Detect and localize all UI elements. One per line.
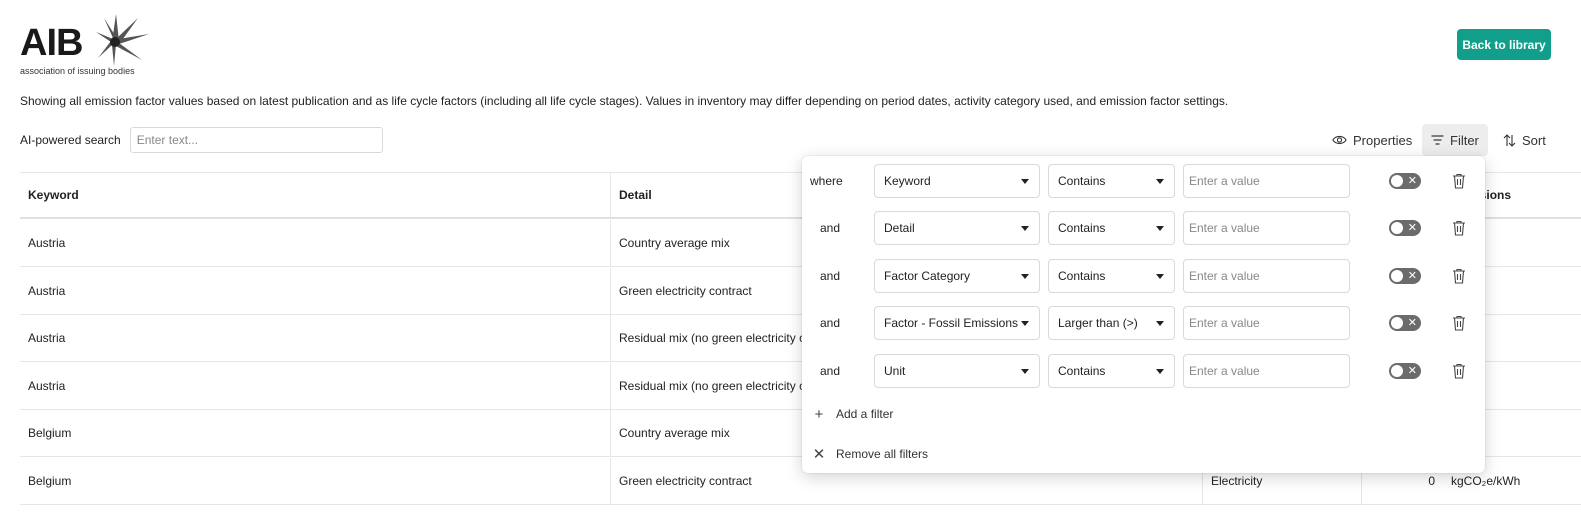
filter-value-input[interactable]: [1183, 164, 1350, 198]
filter-toggle[interactable]: ✕: [1389, 315, 1421, 331]
properties-button[interactable]: Properties: [1323, 124, 1421, 156]
toggle-knob: [1391, 270, 1403, 282]
properties-label: Properties: [1353, 132, 1413, 148]
filter-operator-value: Larger than (>): [1058, 316, 1138, 330]
filter-row: and Factor - Fossil Emissions Larger tha…: [802, 306, 1485, 340]
eye-icon: [1332, 135, 1347, 145]
logo-star-icon: [96, 14, 149, 66]
filter-conjunction: and: [820, 364, 841, 378]
filter-value-input[interactable]: [1183, 259, 1350, 293]
filter-toggle[interactable]: ✕: [1389, 220, 1421, 236]
chevron-down-icon: [1021, 226, 1029, 231]
cell-keyword: Belgium: [28, 426, 72, 440]
cell-keyword: Austria: [28, 284, 66, 298]
chevron-down-icon: [1021, 274, 1029, 279]
filter-toggle[interactable]: ✕: [1389, 268, 1421, 284]
filter-operator-select[interactable]: Larger than (>): [1048, 306, 1175, 340]
close-icon: ✕: [1407, 317, 1417, 329]
filter-row: where Keyword Contains ✕: [802, 164, 1485, 198]
filter-toggle[interactable]: ✕: [1389, 363, 1421, 379]
chevron-down-icon: [1021, 321, 1029, 326]
filter-field-value: Keyword: [884, 174, 931, 188]
chevron-down-icon: [1021, 179, 1029, 184]
remove-all-filters-button[interactable]: ✕ Remove all filters: [812, 444, 928, 464]
close-icon: ✕: [1407, 365, 1417, 377]
logo-text: AIB: [20, 22, 83, 64]
column-header-keyword[interactable]: Keyword: [20, 173, 610, 217]
filter-icon: [1431, 135, 1444, 145]
chevron-down-icon: [1156, 321, 1164, 326]
chevron-down-icon: [1156, 274, 1164, 279]
filter-label: Filter: [1450, 132, 1479, 148]
trash-icon[interactable]: [1452, 268, 1466, 284]
close-icon: ✕: [1407, 175, 1417, 187]
chevron-down-icon: [1156, 369, 1164, 374]
search-input[interactable]: [129, 127, 383, 153]
trash-icon[interactable]: [1452, 315, 1466, 331]
filter-field-select[interactable]: Keyword: [874, 164, 1040, 198]
close-icon: ✕: [1407, 222, 1417, 234]
filter-field-value: Factor - Fossil Emissions: [884, 316, 1019, 330]
filter-button[interactable]: Filter: [1422, 124, 1488, 156]
sort-label: Sort: [1522, 132, 1546, 148]
filter-operator-select[interactable]: Contains: [1048, 354, 1175, 388]
trash-icon[interactable]: [1452, 220, 1466, 236]
logo-subtitle: association of issuing bodies: [20, 66, 135, 76]
back-to-library-button[interactable]: Back to library: [1457, 29, 1551, 60]
remove-all-filters-label: Remove all filters: [836, 447, 929, 461]
toggle-knob: [1391, 317, 1403, 329]
filter-row: and Factor Category Contains ✕: [802, 259, 1485, 293]
sort-icon: [1503, 133, 1516, 147]
search-label: AI-powered search: [20, 133, 121, 147]
toggle-knob: [1391, 175, 1403, 187]
filter-conjunction: and: [820, 221, 841, 235]
toggle-knob: [1391, 222, 1403, 234]
filter-popup: where Keyword Contains ✕ and Detail Cont…: [802, 156, 1485, 473]
close-icon: ✕: [1407, 270, 1417, 282]
aib-logo: AIB association of issuing bodies: [20, 12, 160, 78]
filter-field-value: Detail: [884, 221, 915, 235]
chevron-down-icon: [1156, 179, 1164, 184]
filter-row: and Unit Contains ✕: [802, 354, 1485, 388]
plus-icon: +: [814, 405, 824, 423]
filter-operator-value: Contains: [1058, 174, 1106, 188]
filter-operator-select[interactable]: Contains: [1048, 164, 1175, 198]
filter-value-input[interactable]: [1183, 211, 1350, 245]
filter-field-value: Unit: [884, 364, 906, 378]
filter-field-value: Factor Category: [884, 269, 971, 283]
filter-conjunction: and: [820, 316, 841, 330]
filter-operator-select[interactable]: Contains: [1048, 259, 1175, 293]
filter-value-input[interactable]: [1183, 354, 1350, 388]
close-icon: ✕: [812, 446, 826, 463]
filter-field-select[interactable]: Factor Category: [874, 259, 1040, 293]
filter-conjunction: and: [820, 269, 841, 283]
cell-keyword: Austria: [28, 379, 66, 393]
trash-icon[interactable]: [1452, 363, 1466, 379]
filter-row: and Detail Contains ✕: [802, 211, 1485, 245]
chevron-down-icon: [1021, 369, 1029, 374]
filter-value-input[interactable]: [1183, 306, 1350, 340]
cell-keyword: Belgium: [28, 474, 72, 488]
filter-conjunction: where: [810, 174, 843, 188]
add-filter-button[interactable]: + Add a filter: [812, 404, 894, 424]
info-text: Showing all emission factor values based…: [20, 94, 1229, 108]
add-filter-label: Add a filter: [836, 407, 894, 421]
cell-keyword: Austria: [28, 236, 66, 250]
trash-icon[interactable]: [1452, 173, 1466, 189]
filter-operator-value: Contains: [1058, 221, 1106, 235]
filter-toggle[interactable]: ✕: [1389, 173, 1421, 189]
filter-operator-value: Contains: [1058, 364, 1106, 378]
chevron-down-icon: [1156, 226, 1164, 231]
sort-button[interactable]: Sort: [1494, 124, 1555, 156]
filter-operator-value: Contains: [1058, 269, 1106, 283]
filter-field-select[interactable]: Detail: [874, 211, 1040, 245]
filter-operator-select[interactable]: Contains: [1048, 211, 1175, 245]
filter-field-select[interactable]: Unit: [874, 354, 1040, 388]
toggle-knob: [1391, 365, 1403, 377]
filter-field-select[interactable]: Factor - Fossil Emissions: [874, 306, 1040, 340]
cell-keyword: Austria: [28, 331, 66, 345]
ai-search: AI-powered search: [20, 127, 383, 153]
